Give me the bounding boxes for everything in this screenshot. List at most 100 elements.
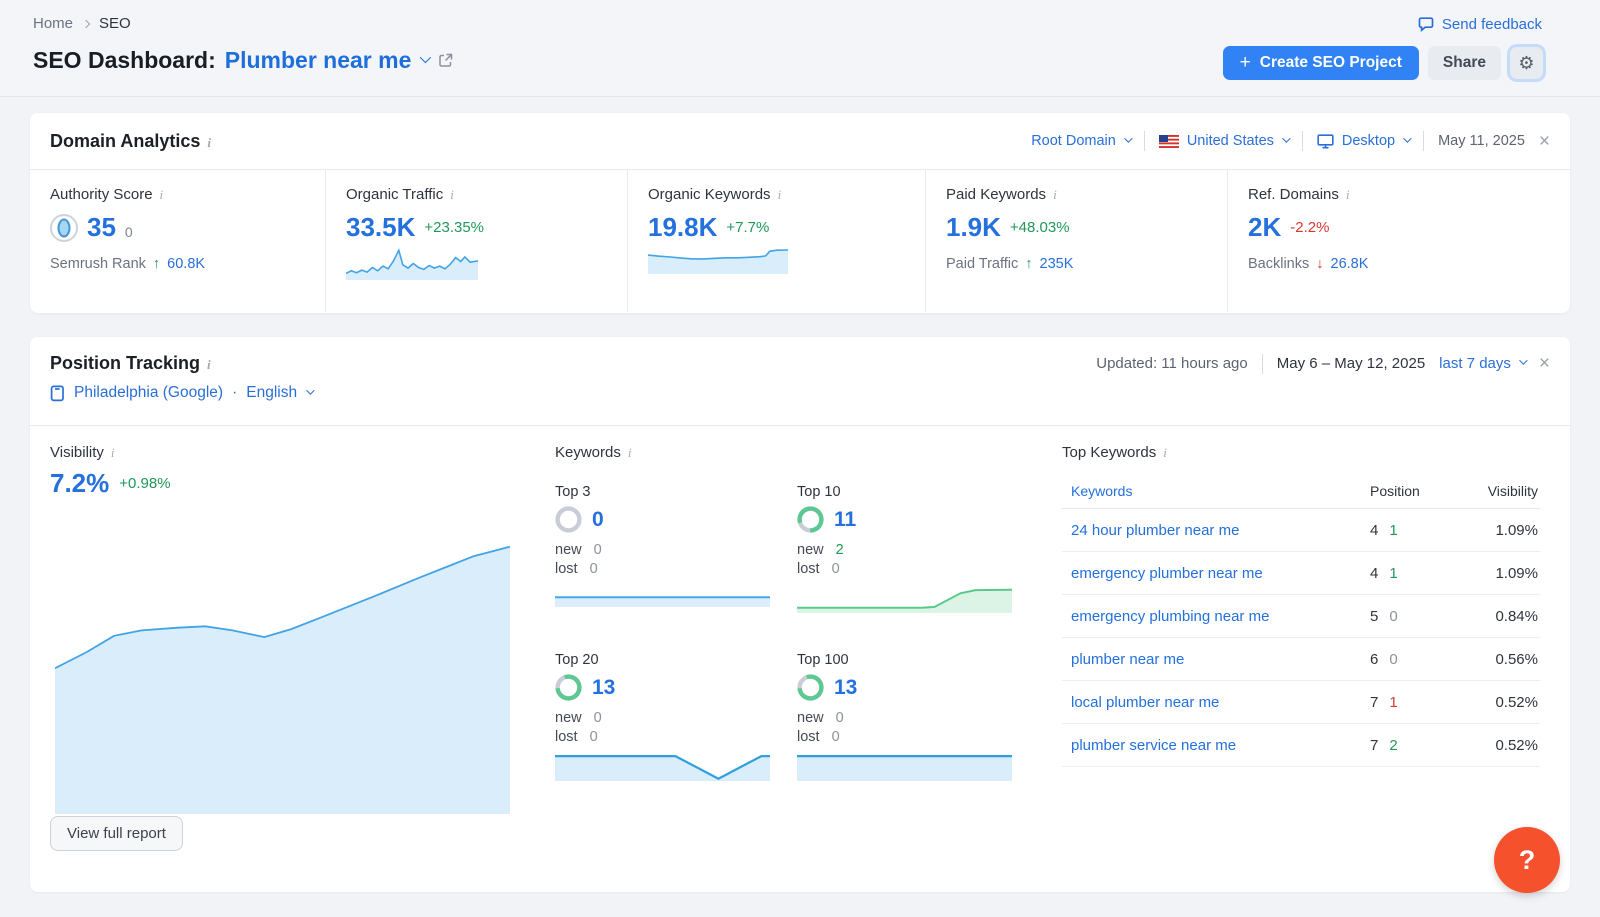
desktop-icon [1317, 134, 1334, 149]
position-change: 1 [1389, 522, 1397, 539]
page-title: SEO Dashboard: Plumber near me [33, 47, 454, 74]
close-icon[interactable]: × [1539, 132, 1550, 151]
keyword-card-name: Top 10 [797, 484, 1012, 500]
settings-gear-button[interactable]: ⚙ [1510, 47, 1543, 79]
keyword-card-top100: Top 100 13 new0 lost0 [797, 652, 1012, 781]
send-feedback-link[interactable]: Send feedback [1417, 15, 1542, 33]
device-value: Desktop [1342, 133, 1395, 149]
chevron-down-icon [1282, 134, 1290, 142]
semrush-rank-label: Semrush Rank [50, 256, 146, 272]
paid-traffic-label: Paid Traffic [946, 256, 1018, 272]
organic-keywords-sparkline [648, 247, 788, 274]
organic-traffic-value: 33.5K [346, 212, 415, 243]
project-selector[interactable]: Plumber near me [225, 47, 429, 74]
scope-dropdown[interactable]: Root Domain [1031, 133, 1130, 149]
breadcrumb-separator-icon [82, 19, 90, 27]
semrush-rank-value[interactable]: 60.8K [167, 256, 205, 272]
help-button[interactable]: ? [1494, 827, 1560, 893]
semrush-rank-row: Semrush Rank ↑ 60.8K [50, 256, 325, 272]
campaign-selector[interactable]: Philadelphia (Google) · English [50, 384, 1550, 402]
range-dropdown[interactable]: last 7 days [1439, 355, 1525, 372]
backlinks-value[interactable]: 26.8K [1331, 256, 1369, 272]
info-icon[interactable]: i [160, 187, 164, 203]
table-row: plumber near me 60 0.56% [1062, 638, 1540, 681]
metric-label-text: Paid Keywords [946, 186, 1046, 203]
position-value: 6 [1370, 651, 1378, 668]
visibility-value-row: 7.2% +0.98% [50, 468, 171, 499]
metric-label: Organic Keywords i [648, 186, 925, 203]
dashboard-title-prefix: SEO Dashboard: [33, 47, 216, 74]
chevron-down-icon [1124, 134, 1132, 142]
top-header: Home SEO Send feedback SEO Dashboard: Pl… [0, 0, 1600, 97]
keyword-link[interactable]: plumber service near me [1062, 737, 1370, 754]
metric-ref-domains: Ref. Domains i 2K -2.2% Backlinks ↓ 26.8… [1227, 170, 1570, 312]
arrow-up-icon: ↑ [1025, 256, 1032, 272]
info-icon[interactable]: i [207, 135, 211, 151]
close-icon[interactable]: × [1539, 354, 1550, 373]
keyword-card-name: Top 20 [555, 652, 770, 668]
info-icon[interactable]: i [1346, 187, 1350, 203]
us-flag-icon [1159, 135, 1179, 148]
table-row: 24 hour plumber near me 41 1.09% [1062, 509, 1540, 552]
lost-label: lost [555, 561, 578, 577]
metric-label-text: Organic Traffic [346, 186, 443, 203]
metric-label: Organic Traffic i [346, 186, 627, 203]
info-icon[interactable]: i [207, 357, 211, 373]
feedback-bubble-icon [1417, 15, 1435, 33]
lost-value: 0 [590, 561, 598, 577]
external-link-icon[interactable] [437, 52, 454, 69]
create-seo-project-button[interactable]: + Create SEO Project [1223, 46, 1419, 80]
top20-trend-chart [555, 752, 770, 781]
info-icon[interactable]: i [628, 445, 632, 461]
position-value: 4 [1370, 565, 1378, 582]
breadcrumb-current: SEO [99, 15, 131, 32]
info-icon[interactable]: i [778, 187, 782, 203]
visibility-cell: 1.09% [1456, 522, 1540, 539]
chevron-down-icon [420, 51, 431, 62]
arrow-down-icon: ↓ [1316, 256, 1323, 272]
info-icon[interactable]: i [111, 445, 115, 461]
lost-value: 0 [590, 729, 598, 745]
page: Home SEO Send feedback SEO Dashboard: Pl… [0, 0, 1600, 917]
keyword-link[interactable]: emergency plumber near me [1062, 565, 1370, 582]
info-icon[interactable]: i [450, 187, 454, 203]
keyword-link[interactable]: 24 hour plumber near me [1062, 522, 1370, 539]
info-icon[interactable]: i [1053, 187, 1057, 203]
ref-domains-delta: -2.2% [1290, 219, 1329, 236]
top3-trend-chart [555, 584, 770, 607]
keyword-link[interactable]: local plumber near me [1062, 694, 1370, 711]
position-value: 7 [1370, 737, 1378, 754]
keyword-link[interactable]: emergency plumbing near me [1062, 608, 1370, 625]
keyword-link[interactable]: plumber near me [1062, 651, 1370, 668]
dot-separator: · [232, 384, 237, 402]
domain-analytics-card: Domain Analytics i Root Domain United St… [30, 113, 1570, 313]
paid-traffic-value[interactable]: 235K [1040, 256, 1074, 272]
share-button[interactable]: Share [1428, 46, 1501, 80]
info-icon[interactable]: i [1163, 445, 1167, 461]
project-name: Plumber near me [225, 47, 412, 74]
lost-value: 0 [832, 561, 840, 577]
top-keywords-table: Keywords Position Visibility 24 hour plu… [1062, 474, 1540, 767]
visibility-cell: 0.52% [1456, 694, 1540, 711]
view-full-report-button[interactable]: View full report [50, 816, 183, 851]
authority-score-value: 35 [87, 212, 116, 243]
chevron-down-icon [1519, 356, 1527, 364]
position-change: 0 [1389, 651, 1397, 668]
metric-label-text: Authority Score [50, 186, 153, 203]
new-label: new [797, 542, 824, 558]
country-dropdown[interactable]: United States [1159, 133, 1288, 149]
metric-authority-score: Authority Score i 35 0 Semrush Rank ↑ 60… [30, 170, 325, 312]
device-dropdown[interactable]: Desktop [1317, 133, 1409, 149]
gear-icon: ⚙ [1518, 53, 1534, 73]
visibility-cell: 0.84% [1456, 608, 1540, 625]
breadcrumb-home[interactable]: Home [33, 15, 73, 32]
metric-value-row: 19.8K +7.7% [648, 212, 925, 243]
table-header-row: Keywords Position Visibility [1062, 474, 1540, 509]
position-tracking-controls: Updated: 11 hours ago May 6 – May 12, 20… [1096, 354, 1550, 374]
chevron-down-icon [306, 386, 314, 394]
new-value: 0 [594, 542, 602, 558]
table-row: plumber service near me 72 0.52% [1062, 724, 1540, 767]
top100-trend-chart [797, 752, 1012, 781]
keyword-card-top3: Top 3 0 new0 lost0 [555, 484, 770, 607]
column-header-position: Position [1370, 483, 1456, 499]
